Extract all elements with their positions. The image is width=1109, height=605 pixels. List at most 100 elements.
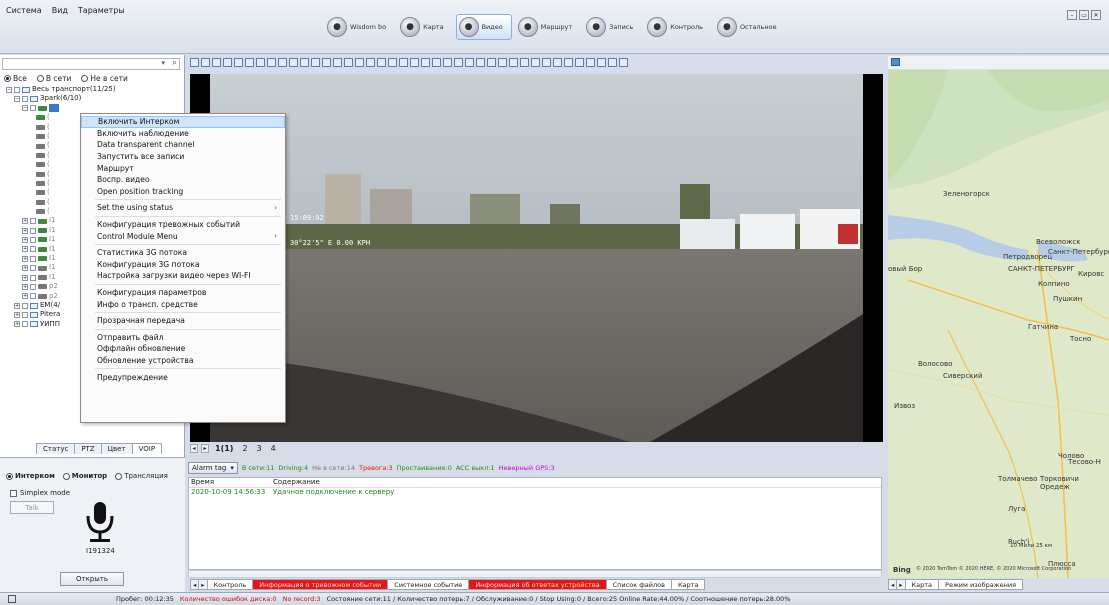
toolbar-button-icon[interactable]: [410, 58, 419, 67]
context-menu-item[interactable]: Предупреждение: [81, 371, 285, 383]
toolbar-button-icon[interactable]: [586, 58, 595, 67]
chevron-down-icon[interactable]: ▾: [161, 59, 165, 67]
toolbar-button-icon[interactable]: [355, 58, 364, 67]
context-menu-item[interactable]: Set the using status ›: [81, 202, 285, 214]
map-tab-image[interactable]: Режим изображения: [938, 579, 1024, 590]
filter-online[interactable]: В сети: [36, 74, 71, 83]
expand-icon[interactable]: +: [14, 321, 20, 328]
menu-view[interactable]: Вид: [52, 6, 68, 15]
expand-icon[interactable]: +: [22, 274, 28, 281]
context-menu-item[interactable]: Оффлайн обновление: [81, 343, 285, 355]
expand-icon[interactable]: +: [22, 265, 28, 272]
map-mode-icon[interactable]: [891, 58, 900, 66]
checkbox[interactable]: [30, 246, 36, 253]
toolbar-button-icon[interactable]: [289, 58, 298, 67]
context-menu-item[interactable]: Инфо о трансп. средстве: [81, 298, 285, 310]
toolbar-button-icon[interactable]: [498, 58, 507, 67]
tree-vehicle-selected[interactable]: −: [6, 104, 184, 113]
chevron-right-icon[interactable]: ▸: [201, 444, 209, 453]
restore-icon[interactable]: ▭: [1079, 10, 1089, 20]
filter-all[interactable]: Все: [4, 74, 27, 83]
bottom-tab-1[interactable]: Информация о тревожном событии: [252, 579, 389, 590]
toolbar-button-icon[interactable]: [245, 58, 254, 67]
context-menu-item[interactable]: Запустить все записи: [81, 151, 285, 163]
toolbar-button-icon[interactable]: [487, 58, 496, 67]
bottom-tab-5[interactable]: Карта: [670, 579, 706, 590]
toolbar-button-icon[interactable]: [388, 58, 397, 67]
expand-icon[interactable]: +: [22, 218, 28, 225]
checkbox[interactable]: [22, 302, 28, 309]
expand-icon[interactable]: +: [22, 246, 28, 253]
expand-icon[interactable]: +: [22, 283, 28, 290]
toolbar-button-icon[interactable]: [223, 58, 232, 67]
toolbar-button-icon[interactable]: [311, 58, 320, 67]
filter-offline[interactable]: Не в сети: [81, 74, 128, 83]
context-menu-item[interactable]: Прозрачная передача: [81, 315, 285, 327]
nav-tab-5[interactable]: ● Контроль: [645, 14, 711, 40]
simplex-mode-checkbox[interactable]: Simplex mode: [10, 489, 70, 497]
checkbox[interactable]: [30, 105, 36, 112]
toolbar-button-icon[interactable]: [619, 58, 628, 67]
open-button[interactable]: Открыть: [60, 572, 124, 586]
checkbox[interactable]: [30, 283, 36, 290]
toolbar-button-icon[interactable]: [322, 58, 331, 67]
video-tab-1[interactable]: 1(1): [212, 444, 236, 453]
expand-icon[interactable]: +: [14, 312, 20, 319]
toolbar-button-icon[interactable]: [256, 58, 265, 67]
alarm-tag-button[interactable]: Alarm tag ▾: [188, 462, 238, 474]
search-input[interactable]: ▾ ⌕: [2, 58, 180, 70]
toolbar-button-icon[interactable]: [531, 58, 540, 67]
tree-group-park[interactable]: − Зpark(6/10): [6, 94, 184, 103]
bottom-tab-0[interactable]: Контроль: [206, 579, 254, 590]
toolbar-button-icon[interactable]: [377, 58, 386, 67]
expand-icon[interactable]: +: [14, 302, 20, 309]
checkbox[interactable]: [22, 321, 28, 328]
video-tab-3[interactable]: 3: [254, 444, 265, 453]
bottom-tab-3[interactable]: Информация об ответах устройства: [468, 579, 607, 590]
collapse-icon[interactable]: −: [14, 96, 20, 103]
toolbar-button-icon[interactable]: [190, 58, 199, 67]
checkbox[interactable]: [30, 265, 36, 272]
nav-tab-0[interactable]: ● Wisdom bo: [325, 14, 394, 40]
toolbar-button-icon[interactable]: [597, 58, 606, 67]
context-menu-item[interactable]: Data transparent channel: [81, 139, 285, 151]
toolbar-button-icon[interactable]: [443, 58, 452, 67]
video-pane[interactable]: 15:09:02 30°22'5" E 0.00 KPH: [190, 74, 883, 442]
map-view[interactable]: Зеленогорск Всеволожск Петродворец Санкт-Пе…: [888, 70, 1109, 578]
toolbar-button-icon[interactable]: [432, 58, 441, 67]
expand-icon[interactable]: +: [22, 255, 28, 262]
nav-tab-3[interactable]: ● Маршрут: [516, 14, 580, 40]
tab-voip[interactable]: VOIP: [131, 443, 163, 454]
context-menu-item[interactable]: Включить Интерком: [81, 116, 285, 128]
nav-tab-4[interactable]: ● Запись: [584, 14, 641, 40]
context-menu-item[interactable]: Маршрут: [81, 162, 285, 174]
context-menu-item[interactable]: Воспр. видео: [81, 174, 285, 186]
toolbar-button-icon[interactable]: [608, 58, 617, 67]
tab-color[interactable]: Цвет: [100, 443, 133, 454]
toolbar-button-icon[interactable]: [267, 58, 276, 67]
close-icon[interactable]: ✕: [1091, 10, 1101, 20]
minimize-icon[interactable]: –: [1067, 10, 1077, 20]
toolbar-button-icon[interactable]: [201, 58, 210, 67]
chevron-left-icon[interactable]: ◂: [190, 444, 198, 453]
toolbar-button-icon[interactable]: [234, 58, 243, 67]
collapse-icon[interactable]: −: [22, 105, 28, 112]
toolbar-button-icon[interactable]: [366, 58, 375, 67]
talk-button[interactable]: Talk: [10, 501, 54, 514]
toolbar-button-icon[interactable]: [553, 58, 562, 67]
checkbox[interactable]: [22, 96, 28, 103]
tab-ptz[interactable]: PTZ: [74, 443, 102, 454]
search-icon[interactable]: ⌕: [172, 58, 177, 68]
toolbar-button-icon[interactable]: [278, 58, 287, 67]
checkbox[interactable]: [22, 312, 28, 319]
bottom-tab-4[interactable]: Список файлов: [605, 579, 672, 590]
checkbox[interactable]: [30, 218, 36, 225]
status-left-icon[interactable]: [8, 595, 16, 603]
menu-system[interactable]: Система: [6, 6, 42, 15]
table-row[interactable]: 2020-10-09 14:56:33 Удачное подключение …: [189, 488, 881, 499]
toolbar-button-icon[interactable]: [509, 58, 518, 67]
context-menu-item[interactable]: Конфигурация тревожных событий: [81, 219, 285, 231]
toolbar-button-icon[interactable]: [542, 58, 551, 67]
context-menu-item[interactable]: Open position tracking: [81, 186, 285, 198]
checkbox[interactable]: [30, 227, 36, 234]
